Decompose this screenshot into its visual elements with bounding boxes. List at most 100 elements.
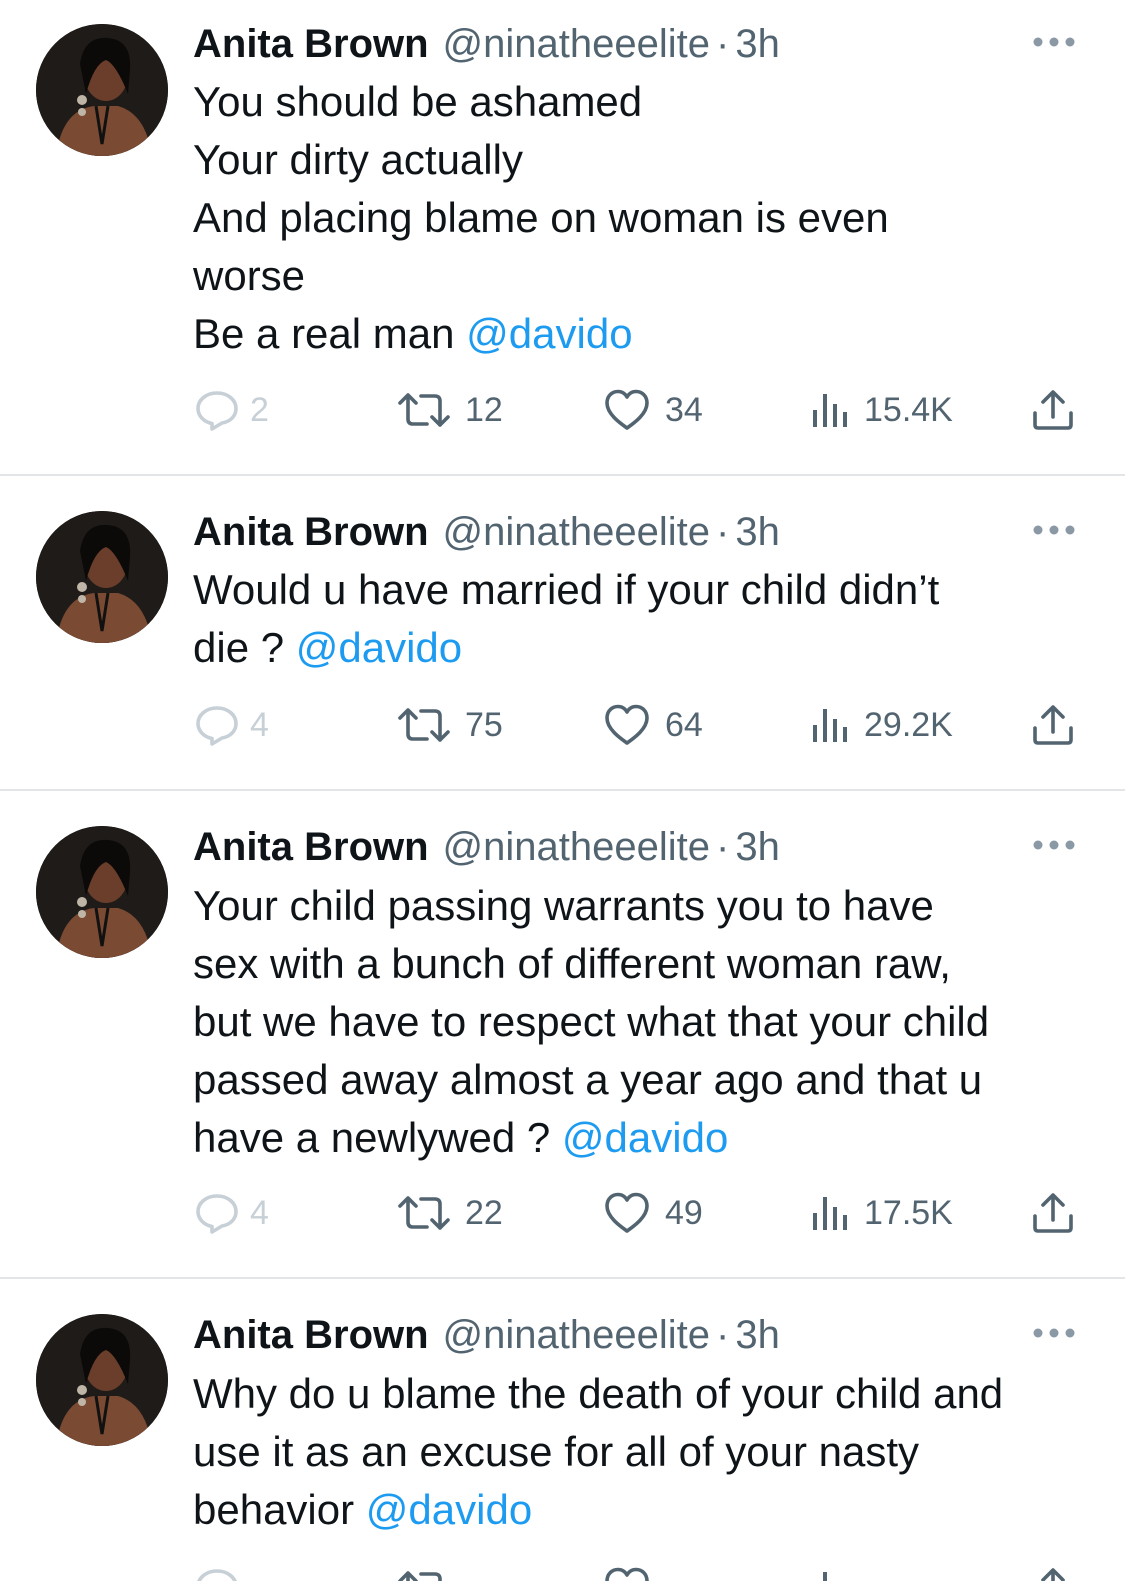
separator-dot: · xyxy=(716,22,730,66)
reply-count: 2 xyxy=(250,390,269,429)
tweet-line: Your dirty actually xyxy=(193,136,523,183)
timestamp[interactable]: 3h xyxy=(735,1313,780,1357)
avatar[interactable] xyxy=(36,1314,168,1446)
avatar-image xyxy=(36,511,168,643)
heart-icon xyxy=(605,389,649,430)
author-handle[interactable]: @ninatheeelite xyxy=(443,825,710,869)
like-count: 34 xyxy=(665,390,703,429)
heart-icon xyxy=(605,704,649,745)
mention-link[interactable]: @davido xyxy=(562,1114,728,1161)
author-handle[interactable]: @ninatheeelite xyxy=(443,510,710,554)
author-name[interactable]: Anita Brown xyxy=(193,825,429,869)
more-dots-icon[interactable] xyxy=(1030,520,1078,540)
views-count: 15.4K xyxy=(864,390,953,429)
more-dots-icon[interactable] xyxy=(1030,1323,1078,1343)
line-text: Be a real man xyxy=(193,310,467,357)
avatar-image xyxy=(36,1314,168,1446)
like-button[interactable]: 34 xyxy=(603,385,703,435)
author-handle[interactable]: @ninatheeelite xyxy=(443,1313,710,1357)
tweet-line: Why do u blame the death of your child a… xyxy=(193,1370,1004,1417)
more-dots-icon[interactable] xyxy=(1030,835,1078,855)
line-text: die ? xyxy=(193,624,296,671)
tweet-header: Anita Brown @ninatheeelite · 3h xyxy=(193,821,780,873)
reply-button[interactable] xyxy=(194,1563,240,1581)
reply-bubble-icon xyxy=(196,1194,238,1234)
retweet-count: 75 xyxy=(465,705,503,744)
tweet-line: passed away almost a year ago and that u xyxy=(193,1056,983,1103)
reply-count: 4 xyxy=(250,705,269,744)
tweet-line: behavior @davido xyxy=(193,1481,1093,1539)
views-button[interactable]: 17.5K xyxy=(810,1188,953,1238)
line-text: behavior xyxy=(193,1486,366,1533)
reply-button[interactable]: 4 xyxy=(194,700,269,750)
mention-link[interactable]: @davido xyxy=(466,310,632,357)
action-bar: 2 12 34 15.4K xyxy=(0,385,1125,435)
retweet-icon xyxy=(398,708,450,742)
author-name[interactable]: Anita Brown xyxy=(193,22,429,66)
tweet[interactable]: Anita Brown @ninatheeelite · 3h You should … xyxy=(0,0,1125,476)
mention-link[interactable]: @davido xyxy=(296,624,462,671)
tweet-text: Would u have married if your child didn’… xyxy=(193,561,1093,677)
share-button[interactable] xyxy=(1031,1563,1075,1581)
tweet-line: sex with a bunch of different woman raw, xyxy=(193,940,951,987)
tweet-text: Why do u blame the death of your child a… xyxy=(193,1365,1093,1539)
share-upload-icon xyxy=(1041,1568,1065,1581)
timestamp[interactable]: 3h xyxy=(735,22,780,66)
reply-button[interactable]: 4 xyxy=(194,1188,269,1238)
like-button[interactable]: 49 xyxy=(603,1188,703,1238)
retweet-icon xyxy=(398,393,450,427)
share-button[interactable] xyxy=(1031,700,1075,750)
tweet-header: Anita Brown @ninatheeelite · 3h xyxy=(193,506,780,558)
reply-bubble-icon xyxy=(196,391,238,431)
timestamp[interactable]: 3h xyxy=(735,825,780,869)
tweet-text: Your child passing warrants you to have … xyxy=(193,877,1093,1167)
reply-count: 4 xyxy=(250,1193,269,1232)
author-name[interactable]: Anita Brown xyxy=(193,1313,429,1357)
share-upload-icon xyxy=(1033,1193,1073,1233)
tweet[interactable]: Anita Brown @ninatheeelite · 3h Why do u bl… xyxy=(0,1279,1125,1581)
tweet-line: have a newlywed ? @davido xyxy=(193,1109,1093,1167)
tweet-text: You should be ashamed Your dirty actuall… xyxy=(193,73,1093,363)
retweet-count: 12 xyxy=(465,390,503,429)
retweet-button[interactable]: 75 xyxy=(397,700,503,750)
action-bar xyxy=(0,1563,1125,1581)
reply-button[interactable]: 2 xyxy=(194,385,269,435)
avatar[interactable] xyxy=(36,24,168,156)
avatar-image xyxy=(36,24,168,156)
tweet-line: worse xyxy=(193,252,306,299)
separator-dot: · xyxy=(716,1313,730,1357)
views-button[interactable] xyxy=(810,1563,850,1581)
tweet-header: Anita Brown @ninatheeelite · 3h xyxy=(193,1309,780,1361)
tweet-line: Would u have married if your child didn’… xyxy=(193,566,940,613)
views-bars-icon xyxy=(813,709,847,742)
more-dots-icon[interactable] xyxy=(1030,32,1078,52)
share-upload-icon xyxy=(1033,705,1073,745)
like-button[interactable]: 64 xyxy=(603,700,703,750)
avatar-image xyxy=(36,826,168,958)
share-button[interactable] xyxy=(1031,385,1075,435)
tweet[interactable]: Anita Brown @ninatheeelite · 3h Your child … xyxy=(0,791,1125,1277)
retweet-button[interactable]: 12 xyxy=(397,385,503,435)
reply-bubble-icon xyxy=(196,706,238,746)
mention-link[interactable]: @davido xyxy=(366,1486,532,1533)
views-button[interactable]: 15.4K xyxy=(810,385,953,435)
views-bars-icon xyxy=(813,1197,847,1230)
heart-icon xyxy=(605,1567,649,1581)
tweet-line: Your child passing warrants you to have xyxy=(193,882,934,929)
author-handle[interactable]: @ninatheeelite xyxy=(443,22,710,66)
like-button[interactable] xyxy=(603,1563,651,1581)
avatar[interactable] xyxy=(36,826,168,958)
views-count: 29.2K xyxy=(864,705,953,744)
share-button[interactable] xyxy=(1031,1188,1075,1238)
retweet-button[interactable] xyxy=(397,1563,451,1581)
like-count: 49 xyxy=(665,1193,703,1232)
author-name[interactable]: Anita Brown xyxy=(193,510,429,554)
tweet-line: And placing blame on woman is even xyxy=(193,194,889,241)
timestamp[interactable]: 3h xyxy=(735,510,780,554)
retweet-button[interactable]: 22 xyxy=(397,1188,503,1238)
action-bar: 4 22 49 17.5K xyxy=(0,1188,1125,1238)
views-button[interactable]: 29.2K xyxy=(810,700,953,750)
avatar[interactable] xyxy=(36,511,168,643)
tweet[interactable]: Anita Brown @ninatheeelite · 3h Would u hav… xyxy=(0,476,1125,790)
separator-dot: · xyxy=(716,510,730,554)
